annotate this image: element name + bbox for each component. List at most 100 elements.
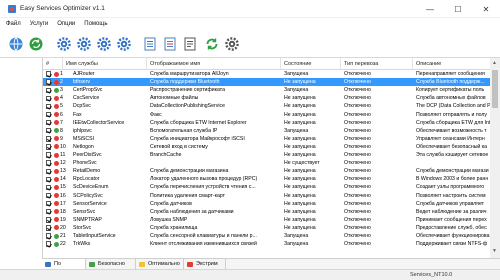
cell-service-name: StorSvc bbox=[73, 224, 92, 231]
service-gear-button-4[interactable] bbox=[114, 34, 134, 54]
table-row[interactable]: 6 Fax Факс Не запущена Отключено Позволяет от… bbox=[43, 111, 490, 119]
table-row[interactable]: 12 PhoneSvc Не существует Отключено bbox=[43, 159, 490, 167]
table-row[interactable]: 17 SensorService Служба датчиков Не запущен… bbox=[43, 200, 490, 208]
cell-service-name: SCPolicySvc bbox=[73, 192, 103, 199]
cell-service-name: RpcLocator bbox=[73, 176, 100, 183]
cell-number: 8 bbox=[60, 127, 63, 134]
table-row[interactable]: 1 AJRouter Служба маршрутизатора AllJoyn За… bbox=[43, 70, 490, 78]
table-row[interactable]: 15 ScDeviceEnum Служба перечисления устрой… bbox=[43, 183, 490, 191]
row-checkbox[interactable] bbox=[46, 95, 52, 102]
row-checkbox[interactable] bbox=[46, 87, 52, 93]
row-checkbox[interactable] bbox=[46, 184, 52, 191]
table-row[interactable]: 21 TabletInputService Служба сенсорной кла… bbox=[43, 232, 490, 240]
settings-button[interactable] bbox=[222, 34, 242, 54]
cell-state: Не запущена bbox=[284, 200, 316, 207]
cell-service-name: CscService bbox=[73, 95, 100, 102]
row-checkbox[interactable] bbox=[46, 176, 52, 183]
row-checkbox[interactable] bbox=[46, 217, 52, 223]
cell-description: Служба датчиков управляет bbox=[416, 200, 485, 207]
row-checkbox[interactable] bbox=[46, 119, 52, 126]
table-row[interactable]: 11 PeerDistSvc BranchCache Не запущена Отклю… bbox=[43, 151, 490, 159]
header-type[interactable]: Тип перевоза bbox=[341, 58, 413, 70]
cell-service-name: PeerDistSvc bbox=[73, 152, 102, 158]
row-checkbox[interactable] bbox=[46, 136, 52, 142]
import-button[interactable] bbox=[160, 34, 180, 54]
cell-display-name: Служба сборщика ETW Internet Explorer bbox=[150, 119, 247, 126]
row-checkbox[interactable] bbox=[46, 128, 52, 134]
header-display-name[interactable]: Отображаемое имя bbox=[147, 58, 281, 70]
menu-file[interactable]: Файл bbox=[6, 21, 21, 27]
row-checkbox[interactable] bbox=[46, 233, 52, 239]
table-row[interactable]: 9 MSiSCSI Служба инициатора Майкрософт iSC… bbox=[43, 135, 490, 143]
cell-number: 9 bbox=[60, 135, 63, 142]
menu-options[interactable]: Опции bbox=[57, 21, 75, 27]
table-row[interactable]: 8 iphlpsvc Вспомогательная служба IP Запуще… bbox=[43, 127, 490, 135]
maximize-button[interactable]: ☐ bbox=[444, 0, 472, 18]
status-bar: Services_NT10.0 bbox=[0, 269, 500, 280]
cell-service-name: SensrSvc bbox=[73, 208, 96, 215]
minimize-button[interactable]: — bbox=[416, 0, 444, 18]
export-button[interactable] bbox=[140, 34, 160, 54]
table-row[interactable]: 13 RetailDemo Служба демонстрации магазина… bbox=[43, 167, 490, 175]
table-row[interactable]: 16 SCPolicySvc Политика удаления смарт-кар… bbox=[43, 192, 490, 200]
header-state[interactable]: Состояние bbox=[281, 58, 341, 70]
row-checkbox[interactable] bbox=[46, 200, 52, 207]
row-checkbox[interactable] bbox=[46, 241, 52, 247]
cell-number: 7 bbox=[60, 119, 63, 126]
service-gear-button-1[interactable] bbox=[54, 34, 74, 54]
row-checkbox[interactable] bbox=[46, 79, 52, 85]
row-checkbox[interactable] bbox=[46, 111, 52, 118]
status-dot-icon bbox=[54, 79, 59, 85]
globe-button[interactable] bbox=[6, 34, 26, 54]
reload-button[interactable] bbox=[202, 34, 222, 54]
status-dot-icon bbox=[54, 225, 59, 231]
cell-display-name: Политика удаления смарт-карт bbox=[150, 192, 226, 199]
cell-service-name: DcpSvc bbox=[73, 103, 91, 110]
row-checkbox[interactable] bbox=[46, 209, 52, 215]
close-button[interactable]: ✕ bbox=[472, 0, 500, 18]
scrollbar-thumb[interactable] bbox=[492, 70, 498, 108]
service-gear-button-2[interactable] bbox=[74, 34, 94, 54]
document-icon bbox=[184, 37, 196, 51]
row-checkbox[interactable] bbox=[46, 144, 52, 150]
cell-state: Не запущена bbox=[284, 95, 316, 102]
status-dot-icon bbox=[54, 217, 59, 223]
cell-state: Не запущена bbox=[284, 224, 316, 231]
table-row[interactable]: 7 IEEtwCollectorService Служба сборщика ET… bbox=[43, 119, 490, 127]
row-checkbox[interactable] bbox=[46, 192, 52, 199]
table-row[interactable]: 14 RpcLocator Локатор удаленного вызова пр… bbox=[43, 175, 490, 183]
cell-service-name: MSiSCSI bbox=[73, 135, 95, 142]
row-checkbox[interactable] bbox=[46, 225, 52, 231]
row-checkbox[interactable] bbox=[46, 168, 52, 174]
table-row[interactable]: 20 StorSvc Служба хранилища Не запущена Откл… bbox=[43, 224, 490, 232]
row-checkbox[interactable] bbox=[46, 71, 52, 77]
refresh-button[interactable] bbox=[26, 34, 46, 54]
cell-number: 4 bbox=[60, 95, 63, 102]
menu-services[interactable]: Услуги bbox=[30, 21, 48, 27]
row-checkbox[interactable] bbox=[46, 152, 52, 158]
cell-number: 2 bbox=[60, 79, 63, 86]
menu-help[interactable]: Помощь bbox=[84, 21, 107, 27]
table-row[interactable]: 2 bthserv Служба поддержки Bluetooth Не зап… bbox=[43, 78, 490, 87]
toolbar bbox=[0, 30, 500, 58]
cell-description: Обеспечивает безопасный ка bbox=[416, 143, 488, 150]
service-gear-button-3[interactable] bbox=[94, 34, 114, 54]
table-row[interactable]: 10 Netlogon Сетевой вход в систему Не запущ… bbox=[43, 143, 490, 151]
app-icon bbox=[8, 5, 16, 13]
row-checkbox[interactable] bbox=[46, 103, 52, 110]
scroll-up-icon[interactable]: ▲ bbox=[492, 60, 497, 66]
table-row[interactable]: 19 SNMPTRAP Ловушка SNMP Не запущена Отключе… bbox=[43, 216, 490, 224]
document-button[interactable] bbox=[180, 34, 200, 54]
vertical-scrollbar[interactable]: ▲ ▼ bbox=[490, 58, 500, 258]
table-row[interactable]: 22 TrkWks Клиент отслеживания изменившихся… bbox=[43, 240, 490, 248]
table-row[interactable]: 4 CscService Автономные файлы Не запущена От… bbox=[43, 94, 490, 102]
header-number[interactable]: # bbox=[43, 58, 63, 70]
table-row[interactable]: 3 CertPropSvc Распространение сертификата З… bbox=[43, 86, 490, 94]
header-service-name[interactable]: Имя службы bbox=[63, 58, 147, 70]
scroll-down-icon[interactable]: ▼ bbox=[492, 248, 497, 254]
status-dot-icon bbox=[54, 128, 59, 134]
row-checkbox[interactable] bbox=[46, 160, 52, 166]
table-row[interactable]: 5 DcpSvc DataCollectionPublishingService Не… bbox=[43, 102, 490, 110]
table-row[interactable]: 18 SensrSvc Служба наблюдения за датчиками… bbox=[43, 208, 490, 216]
header-description[interactable]: Описание bbox=[413, 58, 490, 70]
